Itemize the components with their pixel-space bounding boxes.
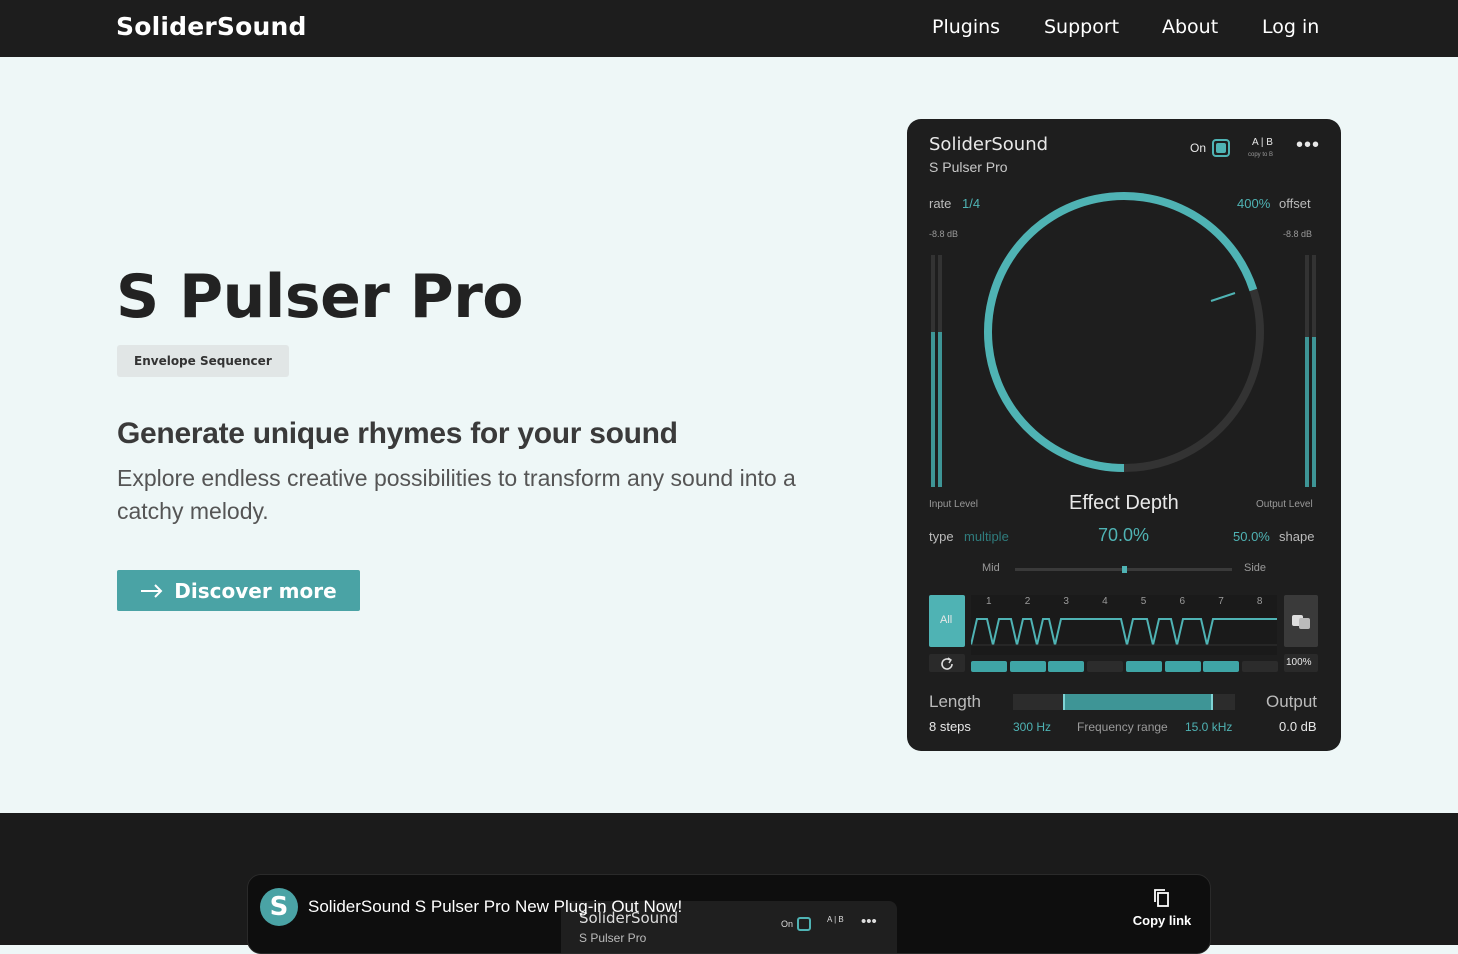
reset-icon <box>941 657 953 670</box>
step-number-4: 4 <box>1102 596 1108 607</box>
copy-icon <box>1154 889 1169 907</box>
thumb-power-icon <box>797 917 811 931</box>
mid-label: Mid <box>982 562 1000 574</box>
video-title[interactable]: SoliderSound S Pulser Pro New Plug-in Ou… <box>308 897 682 917</box>
frequency-range-slider[interactable] <box>1013 694 1235 710</box>
brand-logo[interactable]: SoliderSound <box>116 12 307 41</box>
hero-section: S Pulser Pro Envelope Sequencer Generate… <box>0 57 1458 813</box>
step-number-1: 1 <box>986 596 992 607</box>
power-toggle[interactable] <box>1212 139 1230 157</box>
side-label: Side <box>1244 562 1267 574</box>
offset-label: offset <box>1279 196 1311 211</box>
freq-low-value[interactable]: 300 Hz <box>1013 720 1051 734</box>
ab-compare-button[interactable]: A | B <box>1252 137 1273 148</box>
arrow-right-icon <box>141 583 163 598</box>
thumb-product: S Pulser Pro <box>579 931 647 945</box>
plugin-brand: SoliderSound <box>929 134 1049 155</box>
mid-side-slider-thumb[interactable] <box>1121 566 1127 573</box>
effect-depth-knob[interactable] <box>981 189 1267 475</box>
nav-link-plugins[interactable]: Plugins <box>932 16 1000 38</box>
plugin-interface: SoliderSound S Pulser Pro On A | B copy … <box>907 119 1341 751</box>
hero-description: Explore endless creative possibilities t… <box>117 465 796 524</box>
step-toggle-5[interactable] <box>1125 661 1162 672</box>
copy-link-label: Copy link <box>1132 913 1192 928</box>
power-label: On <box>1190 141 1207 155</box>
category-badge: Envelope Sequencer <box>117 345 289 377</box>
dice-icon <box>1292 615 1310 629</box>
step-toggle-3[interactable] <box>1048 661 1085 672</box>
discover-more-label: Discover more <box>174 578 337 603</box>
type-value[interactable]: multiple <box>964 529 1009 544</box>
output-meter-left <box>1305 255 1309 487</box>
shape-label: shape <box>1279 529 1315 544</box>
rate-value[interactable]: 1/4 <box>962 196 980 211</box>
copy-link-button[interactable]: Copy link <box>1132 887 1192 928</box>
input-meter-right <box>938 255 942 487</box>
output-gain-value[interactable]: 0.0 dB <box>1279 719 1317 734</box>
hero-subtitle: Generate unique rhymes for your sound <box>117 417 678 450</box>
input-meter-left <box>931 255 935 487</box>
effect-depth-value[interactable]: 70.0% <box>1098 525 1149 546</box>
thumb-ab-label: A | B <box>827 915 844 924</box>
rate-label: rate <box>929 196 952 211</box>
step-toggle-6[interactable] <box>1164 661 1201 672</box>
step-number-8: 8 <box>1256 596 1263 607</box>
output-meter-right <box>1312 255 1316 487</box>
page-title: S Pulser Pro <box>116 262 524 332</box>
input-level-label: Input Level <box>929 499 978 510</box>
step-number-3: 3 <box>1063 596 1069 607</box>
step-number-7: 7 <box>1218 596 1224 607</box>
output-db-readout: -8.8 dB <box>1283 229 1313 239</box>
step-number-6: 6 <box>1179 596 1186 607</box>
thumb-more-icon: ••• <box>861 913 877 930</box>
nav-link-about[interactable]: About <box>1162 16 1218 38</box>
plugin-product-name: S Pulser Pro <box>929 159 1008 175</box>
thumb-on-label: On <box>781 919 794 929</box>
length-value[interactable]: 8 steps <box>929 719 971 734</box>
reset-steps-button[interactable] <box>929 654 965 672</box>
step-toggle-2[interactable] <box>1009 661 1046 672</box>
step-number-5: 5 <box>1140 596 1147 607</box>
type-label: type <box>929 529 954 544</box>
output-label: Output <box>1266 692 1318 711</box>
more-options-icon[interactable]: ••• <box>1296 134 1320 157</box>
freq-high-value[interactable]: 15.0 kHz <box>1185 720 1232 734</box>
shape-value[interactable]: 50.0% <box>1233 529 1270 544</box>
step-toggle-8[interactable] <box>1241 661 1278 672</box>
channel-avatar[interactable]: S <box>260 888 298 926</box>
randomize-dice-button[interactable] <box>1284 595 1318 647</box>
video-player[interactable]: SoliderSound S Pulser Pro On A | B ••• S… <box>247 874 1211 954</box>
all-label: All <box>940 614 953 626</box>
envelope-waveform <box>970 618 1277 646</box>
step-percent-value: 100% <box>1286 657 1312 668</box>
envelope-display[interactable] <box>970 595 1277 655</box>
discover-more-button[interactable]: Discover more <box>117 570 360 611</box>
frequency-range-label: Frequency range <box>1077 720 1168 734</box>
length-label: Length <box>929 692 981 711</box>
nav-link-login[interactable]: Log in <box>1262 16 1319 38</box>
top-navbar: SoliderSound Plugins Support About Log i… <box>0 0 1458 57</box>
ab-copy-hint: copy to B <box>1248 152 1274 158</box>
step-toggle-7[interactable] <box>1203 661 1240 672</box>
input-db-readout: -8.8 dB <box>929 229 959 239</box>
step-toggle-1[interactable] <box>971 661 1007 672</box>
effect-depth-label: Effect Depth <box>1069 492 1179 514</box>
step-toggle-4[interactable] <box>1087 661 1124 672</box>
nav-link-support[interactable]: Support <box>1044 16 1119 38</box>
step-number-2: 2 <box>1024 596 1031 607</box>
output-level-label: Output Level <box>1256 499 1313 510</box>
